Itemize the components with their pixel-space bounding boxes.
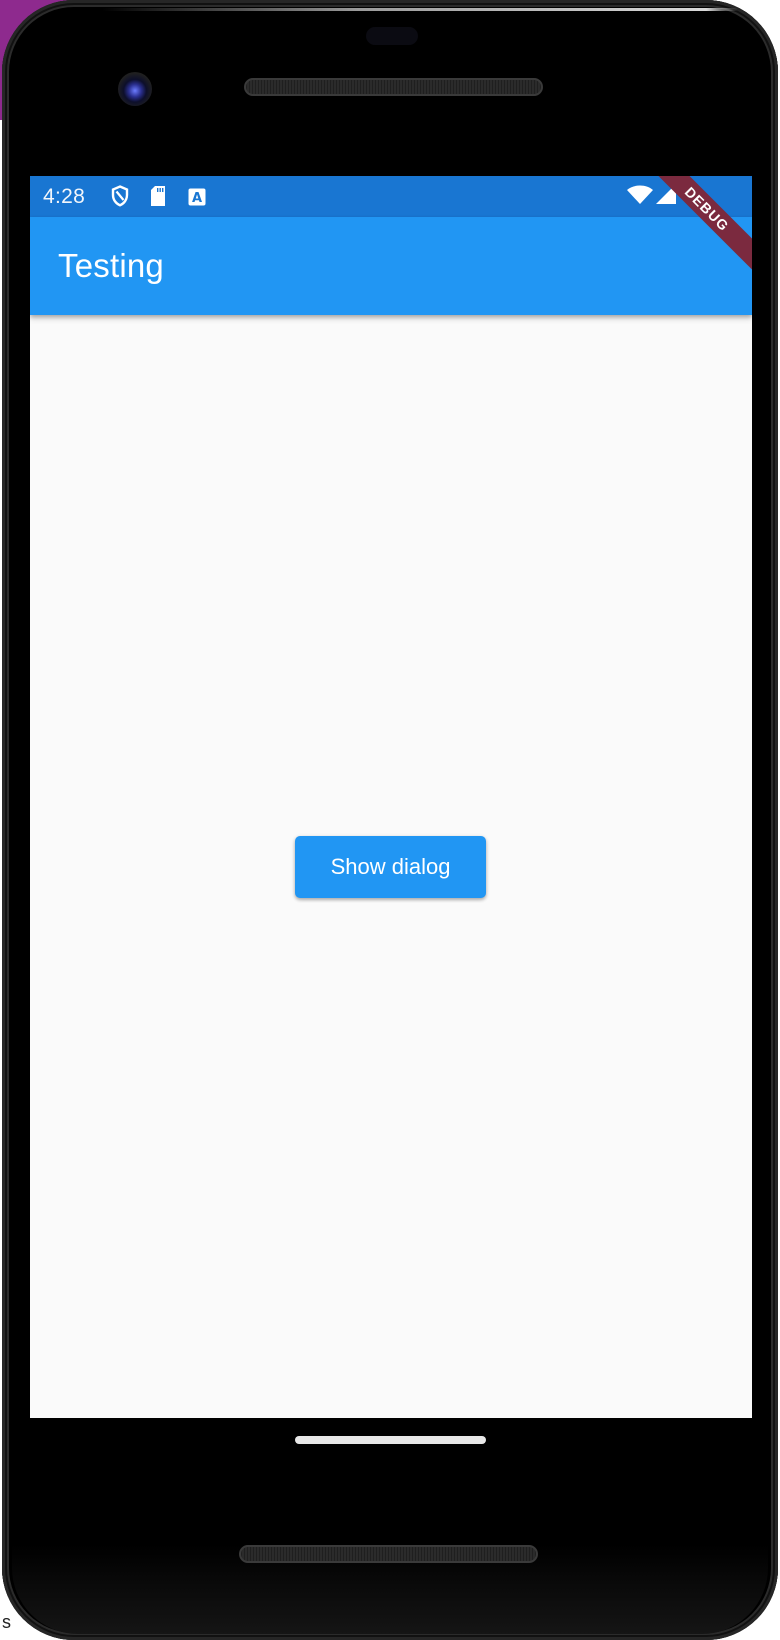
phone-edge-highlight	[102, 8, 738, 11]
device-screen: 4:28 A Testing DEBUG Show dialog	[30, 176, 752, 1418]
home-gesture-pill[interactable]	[295, 1436, 486, 1444]
shield-icon	[111, 185, 129, 212]
status-time: 4:28	[43, 185, 86, 208]
page-title: Testing	[58, 247, 164, 284]
main-content: Show dialog	[30, 315, 752, 1418]
wifi-icon	[626, 184, 654, 211]
app-bar: Testing	[30, 217, 752, 315]
sd-card-icon	[150, 185, 166, 212]
earpiece-speaker	[244, 78, 543, 96]
background-window-text: s	[0, 1612, 13, 1633]
accessibility-a-icon: A	[188, 188, 206, 211]
front-camera-icon	[118, 72, 152, 106]
bottom-speaker	[239, 1545, 538, 1563]
svg-text:A: A	[192, 191, 202, 206]
show-dialog-button[interactable]: Show dialog	[295, 836, 486, 898]
status-bar: 4:28 A	[30, 176, 752, 217]
proximity-sensor	[366, 27, 418, 45]
